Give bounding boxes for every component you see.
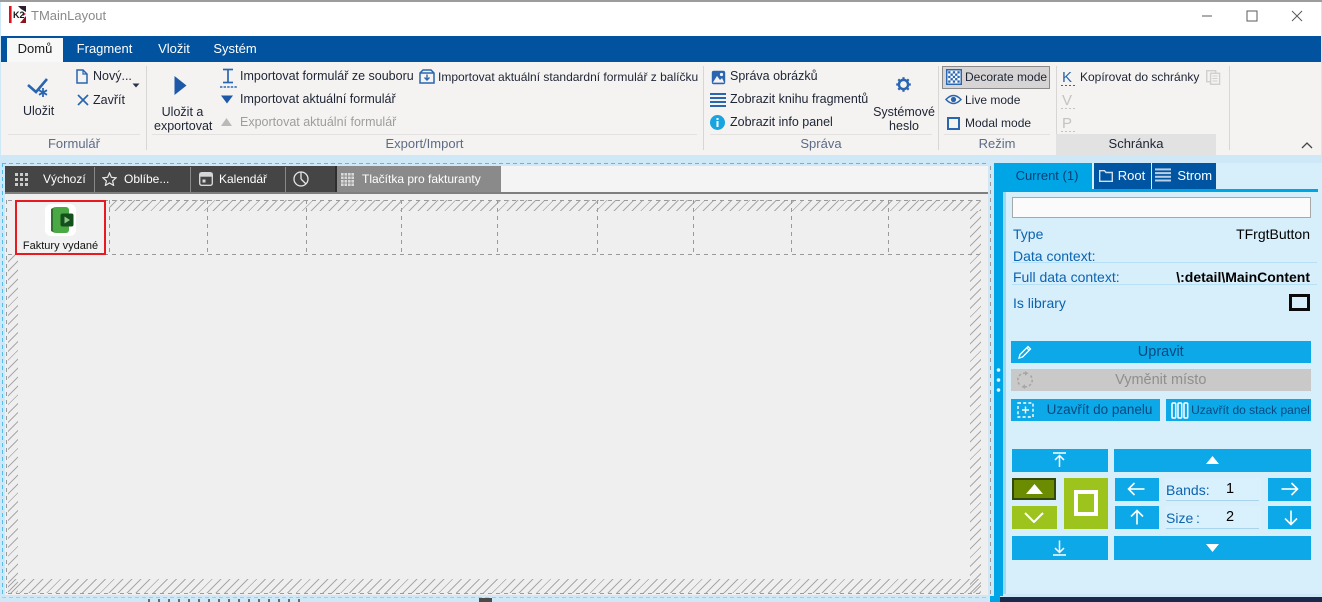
- svg-text:K2: K2: [13, 10, 25, 20]
